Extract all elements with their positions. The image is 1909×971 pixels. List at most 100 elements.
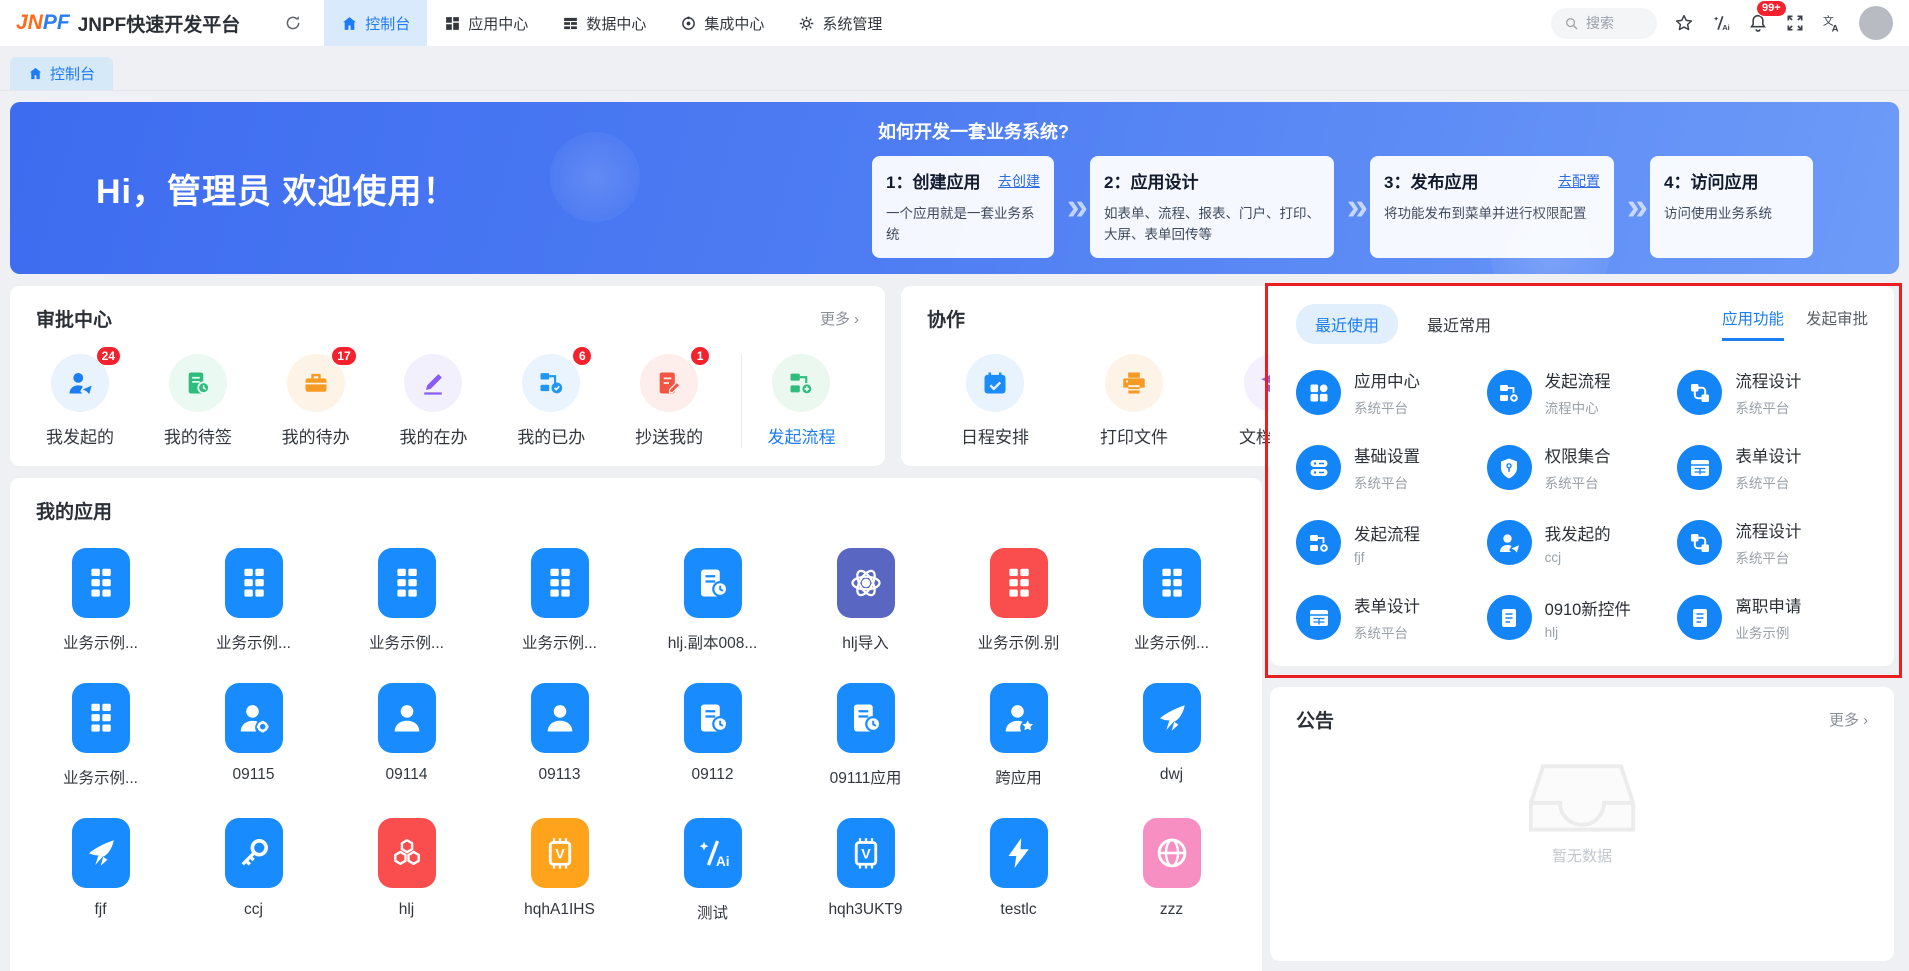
- quick-tab-recently-used[interactable]: 最近使用: [1296, 304, 1398, 344]
- translate-icon[interactable]: [1822, 13, 1842, 33]
- brand-title: JNPF快速开发平台: [78, 10, 241, 37]
- refresh-icon[interactable]: [284, 14, 302, 32]
- feature-item-my-to-sign[interactable]: 我的待签: [152, 354, 244, 448]
- notifications-bell-icon[interactable]: 99+: [1748, 13, 1768, 33]
- quick-item-form-design[interactable]: 表单设计 系统平台: [1677, 443, 1868, 492]
- quick-item-permission-set[interactable]: 权限集合 系统平台: [1487, 443, 1678, 492]
- quick-item-resign-apply[interactable]: 离职申请 业务示例: [1677, 593, 1868, 642]
- quick-item-basic-settings[interactable]: 基础设置 系统平台: [1296, 443, 1487, 492]
- nav-item-data-center[interactable]: 数据中心: [545, 0, 663, 46]
- approval-center-panel: 审批中心 更多› 24 我发起的 我的待签 17 我的待办 我的在办: [10, 286, 885, 466]
- feature-item-my-initiated[interactable]: 24 我发起的: [34, 354, 126, 448]
- nav-item-system-management[interactable]: 系统管理: [781, 0, 899, 46]
- guide-step-link[interactable]: 去创建: [998, 171, 1040, 191]
- quick-item-subtitle: 系统平台: [1354, 622, 1420, 642]
- quick-item-start-flow-fjf[interactable]: 发起流程 fjf: [1296, 518, 1487, 567]
- announcements-more-link[interactable]: 更多›: [1829, 709, 1868, 730]
- favorite-star-icon[interactable]: [1674, 13, 1694, 33]
- quick-right-tab-app-functions[interactable]: 应用功能: [1722, 307, 1784, 341]
- quick-item-app-center[interactable]: 应用中心 系统平台: [1296, 368, 1487, 417]
- app-tile-cross-app[interactable]: 跨应用: [942, 683, 1095, 788]
- app-tile-ccj[interactable]: ccj: [177, 818, 330, 923]
- quick-item-my-initiated-ccj[interactable]: 我发起的 ccj: [1487, 518, 1678, 567]
- app-tile-fjf[interactable]: fjf: [24, 818, 177, 923]
- quick-item-title: 离职申请: [1735, 593, 1801, 617]
- feature-item-cc-to-me[interactable]: 1 抄送我的: [623, 354, 715, 448]
- app-tile-app-09114[interactable]: 09114: [330, 683, 483, 788]
- quick-item-form-design-2[interactable]: 表单设计 系统平台: [1296, 593, 1487, 642]
- app-tile-app-09111[interactable]: 09111应用: [789, 683, 942, 788]
- feature-item-print-file[interactable]: 打印文件: [1088, 354, 1180, 448]
- app-tile-icon: [695, 832, 731, 874]
- guide-step: 1：创建应用 去创建 一个应用就是一套业务系统: [872, 156, 1054, 258]
- quick-item-icon: [1307, 531, 1331, 555]
- app-tile-biz-demo-2[interactable]: 业务示例...: [177, 548, 330, 653]
- quick-item-flow-design-2[interactable]: 流程设计 系统平台: [1677, 518, 1868, 567]
- quick-item-title: 表单设计: [1354, 593, 1420, 617]
- guide-step-link[interactable]: 去配置: [1558, 171, 1600, 191]
- quick-tab-frequently-used[interactable]: 最近常用: [1408, 304, 1510, 344]
- quick-item-title: 发起流程: [1545, 368, 1611, 392]
- ai-assistant-icon[interactable]: [1711, 13, 1731, 33]
- app-tile-biz-demo-1[interactable]: 业务示例...: [24, 548, 177, 653]
- search-input[interactable]: [1586, 15, 1644, 31]
- nav-item-app-center[interactable]: 应用中心: [427, 0, 545, 46]
- feature-icon: [66, 369, 94, 397]
- feature-label: 我的待签: [164, 423, 232, 448]
- feature-item-schedule[interactable]: 日程安排: [949, 354, 1041, 448]
- app-tile-zzz[interactable]: zzz: [1095, 818, 1248, 923]
- app-tile-label: 09111应用: [830, 766, 902, 788]
- user-avatar[interactable]: [1859, 6, 1893, 40]
- announcements-title: 公告: [1296, 706, 1334, 733]
- fullscreen-icon[interactable]: [1785, 13, 1805, 33]
- app-tile-icon: [1154, 697, 1190, 739]
- app-tile-label: hqh3UKT9: [828, 901, 902, 919]
- guide-step-desc: 将功能发布到菜单并进行权限配置: [1384, 204, 1600, 225]
- guide-step-desc: 一个应用就是一套业务系统: [886, 204, 1040, 246]
- app-tile-dwj[interactable]: dwj: [1095, 683, 1248, 788]
- feature-item-my-in-progress[interactable]: 我的在办: [387, 354, 479, 448]
- app-tile-icon: [389, 697, 425, 739]
- feature-item-my-done[interactable]: 6 我的已办: [505, 354, 597, 448]
- count-badge: 6: [572, 346, 592, 366]
- quick-access-panel: 最近使用最近常用 应用功能发起审批 应用中心 系统平台 发起流程 流程中心 流程…: [1270, 286, 1894, 666]
- guide-step-title: 4：访问应用: [1664, 168, 1758, 193]
- app-tile-hlj-copy-008[interactable]: hlj.副本008...: [636, 548, 789, 653]
- app-tile-biz-demo-4[interactable]: 业务示例...: [483, 548, 636, 653]
- feature-label: 发起流程: [767, 423, 835, 448]
- app-tile-hqh3UKT9[interactable]: hqh3UKT9: [789, 818, 942, 923]
- app-tile-biz-demo-6[interactable]: 业务示例...: [24, 683, 177, 788]
- quick-item-icon: [1307, 456, 1331, 480]
- quick-item-flow-design[interactable]: 流程设计 系统平台: [1677, 368, 1868, 417]
- guide-step-title: 2：应用设计: [1104, 168, 1198, 193]
- feature-icon: [419, 369, 447, 397]
- app-tile-biz-demo-bie[interactable]: 业务示例.别: [942, 548, 1095, 653]
- app-tile-biz-demo-5[interactable]: 业务示例...: [1095, 548, 1248, 653]
- feature-item-my-todo[interactable]: 17 我的待办: [270, 354, 362, 448]
- approval-more-link[interactable]: 更多›: [820, 308, 859, 329]
- app-tile-ceshi[interactable]: 测试: [636, 818, 789, 923]
- feature-label: 我发起的: [46, 423, 114, 448]
- app-tile-hqhA1IHS[interactable]: hqhA1IHS: [483, 818, 636, 923]
- nav-item-integration-center[interactable]: 集成中心: [663, 0, 781, 46]
- app-tile-testlc[interactable]: testlc: [942, 818, 1095, 923]
- search-box[interactable]: [1551, 8, 1657, 39]
- app-tile-icon: [695, 697, 731, 739]
- quick-item-subtitle: ccj: [1545, 550, 1611, 565]
- feature-icon: [655, 369, 683, 397]
- quick-item-start-flow[interactable]: 发起流程 流程中心: [1487, 368, 1678, 417]
- tab-console[interactable]: 控制台: [10, 57, 113, 90]
- quick-item-icon: [1688, 606, 1712, 630]
- app-tile-label: fjf: [94, 901, 106, 919]
- feature-item-start-flow[interactable]: 发起流程: [741, 354, 861, 448]
- quick-right-tab-start-approval[interactable]: 发起审批: [1806, 307, 1868, 341]
- welcome-banner: Hi，管理员 欢迎使用！ 如何开发一套业务系统? 1：创建应用 去创建 一个应用…: [10, 102, 1899, 274]
- app-tile-hlj-import[interactable]: hlj导入: [789, 548, 942, 653]
- app-tile-biz-demo-3[interactable]: 业务示例...: [330, 548, 483, 653]
- quick-item-new-control-0910[interactable]: 0910新控件 hlj: [1487, 593, 1678, 642]
- app-tile-hlj[interactable]: hlj: [330, 818, 483, 923]
- app-tile-app-09113[interactable]: 09113: [483, 683, 636, 788]
- app-tile-app-09112[interactable]: 09112: [636, 683, 789, 788]
- app-tile-app-09115[interactable]: 09115: [177, 683, 330, 788]
- nav-item-console[interactable]: 控制台: [324, 0, 427, 46]
